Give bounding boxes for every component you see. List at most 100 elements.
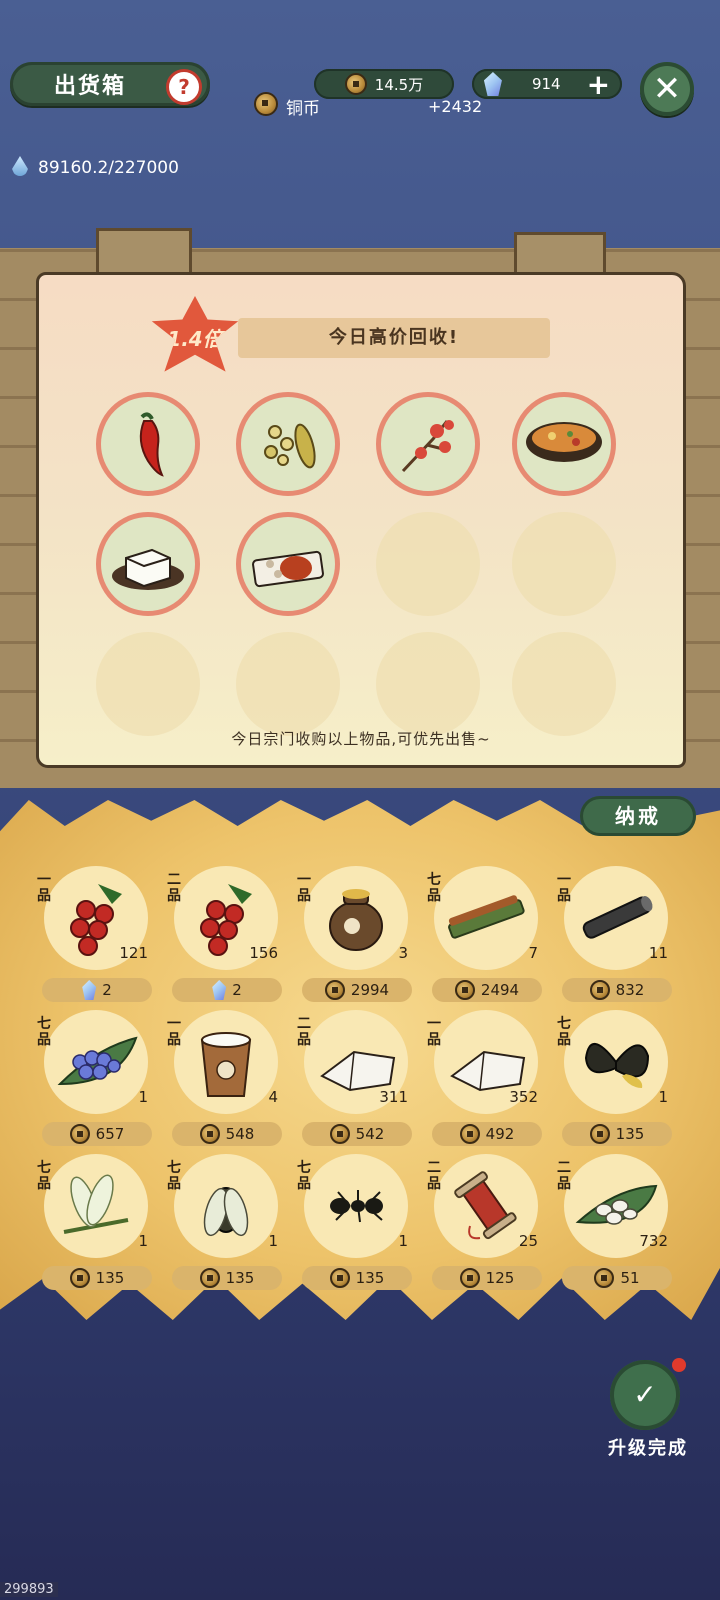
item-count: 25 — [518, 1232, 538, 1250]
buy-slot-plum-blossom[interactable] — [376, 392, 480, 496]
copper-counter: 14.5万 — [314, 69, 454, 99]
copper-delta: +2432 — [428, 97, 483, 116]
copper-coin-icon — [199, 1268, 220, 1288]
inventory-item[interactable]: 二品 156 2 — [166, 866, 286, 1006]
item-price: 135 — [302, 1266, 412, 1290]
item-price: 832 — [562, 978, 672, 1002]
item-grade: 一品 — [297, 872, 311, 904]
board-post-left — [96, 228, 192, 278]
empty-slot — [376, 632, 480, 736]
item-grade: 七品 — [557, 1016, 571, 1048]
item-grade: 二品 — [557, 1160, 571, 1192]
item-price-value: 492 — [485, 1125, 515, 1143]
tofu-plate-icon — [112, 548, 184, 590]
empty-slot — [512, 512, 616, 616]
item-price-value: 548 — [225, 1125, 255, 1143]
upgrade-complete-button[interactable]: ✓ — [610, 1360, 680, 1430]
item-grade: 一品 — [167, 1016, 181, 1048]
milk-bucket-icon — [200, 1032, 252, 1097]
item-price-value: 51 — [620, 1269, 640, 1287]
item-price-value: 2 — [232, 981, 242, 999]
question-icon[interactable]: ? — [166, 69, 202, 105]
inventory-item[interactable]: 一品 352 492 — [426, 1010, 546, 1150]
item-price-value: 832 — [615, 981, 645, 999]
item-count: 1 — [138, 1232, 148, 1250]
inventory-item[interactable]: 七品 1 135 — [296, 1154, 416, 1294]
clay-jar-icon — [329, 889, 383, 951]
copper-coin-icon — [454, 980, 475, 1000]
copper-coin-icon — [344, 73, 367, 95]
inventory-item[interactable]: 七品 1 657 — [36, 1010, 156, 1150]
item-price-value: 125 — [485, 1269, 515, 1287]
buy-slot-soybean[interactable] — [236, 392, 340, 496]
corner-id: 299893 — [0, 1582, 58, 1597]
item-price: 135 — [172, 1266, 282, 1290]
inventory-item[interactable]: 一品 121 2 — [36, 866, 156, 1006]
item-price-value: 135 — [615, 1125, 645, 1143]
item-count: 7 — [528, 944, 538, 962]
item-price: 657 — [42, 1122, 152, 1146]
item-price-value: 2494 — [480, 981, 520, 999]
close-button[interactable]: ✕ — [640, 62, 694, 116]
copper-coin-icon — [459, 1268, 480, 1288]
buy-slot-stew[interactable] — [512, 392, 616, 496]
item-count: 1 — [138, 1088, 148, 1106]
copper-coin-icon — [329, 1268, 350, 1288]
copper-coin-icon — [69, 1268, 90, 1288]
item-grade: 七品 — [167, 1160, 181, 1192]
inventory-item[interactable]: 七品 1 135 — [36, 1154, 156, 1294]
high-price-banner: 今日高价回收! — [238, 318, 550, 358]
item-price: 51 — [562, 1266, 672, 1290]
item-count: 1 — [658, 1088, 668, 1106]
buy-slot-tofu[interactable] — [96, 512, 200, 616]
inventory-item[interactable]: 一品 3 2994 — [296, 866, 416, 1006]
spirit-gem-icon — [82, 980, 97, 1000]
item-count: 156 — [249, 944, 278, 962]
inventory-item[interactable]: 七品 1 135 — [166, 1154, 286, 1294]
item-price: 542 — [302, 1122, 412, 1146]
item-count: 732 — [639, 1232, 668, 1250]
item-grade: 一品 — [37, 872, 51, 904]
inventory-item[interactable]: 二品 311 542 — [296, 1010, 416, 1150]
item-price-value: 657 — [95, 1125, 125, 1143]
inventory-item[interactable]: 七品 7 2494 — [426, 866, 546, 1006]
water-capacity: 89160.2/227000 — [38, 158, 179, 178]
item-grade: 二品 — [167, 872, 181, 904]
item-grade: 七品 — [37, 1016, 51, 1048]
copper-coin-icon — [254, 92, 278, 116]
inventory-item[interactable]: 二品 25 125 — [426, 1154, 546, 1294]
inventory-item[interactable]: 七品 1 135 — [556, 1010, 676, 1150]
inventory-item[interactable]: 一品 11 832 — [556, 866, 676, 1006]
add-gem-button[interactable]: + — [587, 68, 610, 101]
empty-slot — [96, 632, 200, 736]
item-count: 11 — [648, 944, 668, 962]
multiplier-text: 1.4倍 — [167, 326, 223, 351]
plum-blossom-icon — [401, 420, 454, 473]
page-title: 出货箱 — [54, 74, 127, 99]
inventory-item[interactable]: 二品 732 51 — [556, 1154, 676, 1294]
notice-text: 今日宗门收购以上物品,可优先出售~ — [231, 730, 491, 748]
buy-slot-roast-duck[interactable] — [236, 512, 340, 616]
dragonfly-icon — [63, 1174, 129, 1234]
blue-flowers-icon — [57, 1036, 138, 1086]
buy-slot-chili[interactable] — [96, 392, 200, 496]
item-price-value: 135 — [95, 1269, 125, 1287]
copper-coin-icon — [69, 1124, 90, 1144]
inventory-item[interactable]: 一品 4 548 — [166, 1010, 286, 1150]
item-count: 311 — [379, 1088, 408, 1106]
item-grade: 七品 — [297, 1160, 311, 1192]
item-grade: 二品 — [427, 1160, 441, 1192]
item-price: 2994 — [302, 978, 412, 1002]
item-price: 135 — [42, 1266, 152, 1290]
item-count: 1 — [398, 1232, 408, 1250]
storage-ring-tab[interactable]: 纳戒 — [580, 796, 696, 836]
item-price-value: 135 — [225, 1269, 255, 1287]
item-grade: 七品 — [427, 872, 441, 904]
upgrade-label: 升级完成 — [608, 1438, 688, 1459]
item-price: 125 — [432, 1266, 542, 1290]
item-count: 4 — [268, 1088, 278, 1106]
item-price-value: 542 — [355, 1125, 385, 1143]
item-grade: 一品 — [427, 1016, 441, 1048]
black-butterfly-icon — [584, 1043, 650, 1088]
item-price-value: 135 — [355, 1269, 385, 1287]
